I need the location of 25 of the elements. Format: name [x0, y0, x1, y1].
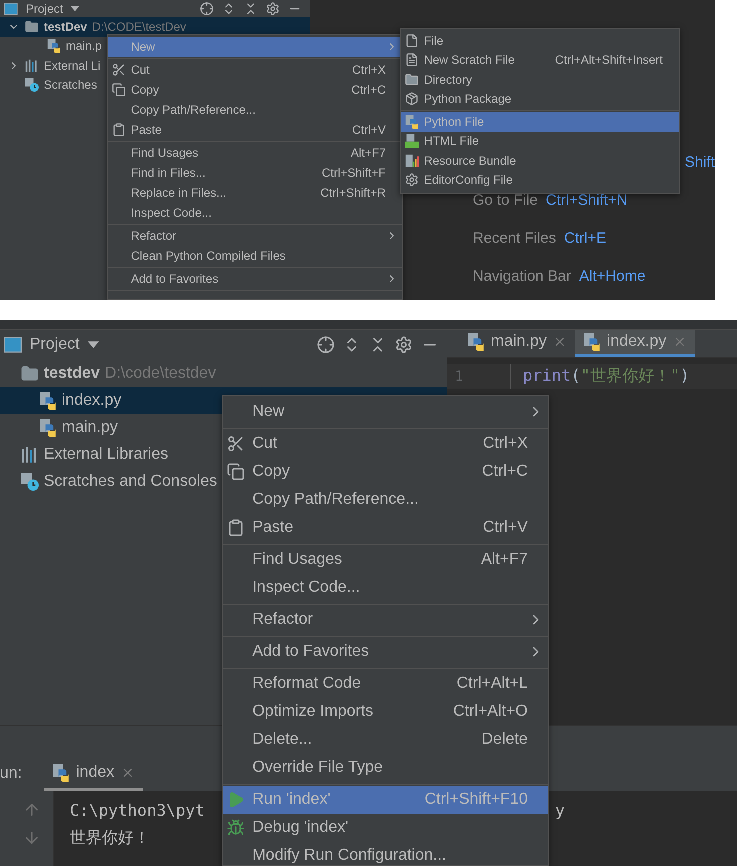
tree-label: Scratches and Consoles — [44, 472, 218, 490]
tree-label: Scratches — [44, 78, 98, 92]
hint-label: Recent Files — [473, 230, 556, 246]
folder-path: D:\CODE\testDev — [92, 20, 186, 34]
hint-shortcut: Alt+Home — [579, 268, 646, 284]
console-output: 世界你好！ — [70, 828, 150, 848]
hint-label: Navigation Bar — [473, 268, 572, 284]
run-label: un: — [0, 764, 22, 784]
code-line: print("世界你好！") — [522, 366, 690, 387]
project-title: Project — [26, 2, 64, 16]
folder-name: testdev — [44, 364, 100, 382]
folder-name: testDev — [44, 20, 88, 34]
console-output: y — [555, 800, 565, 820]
hint-shortcut: Ctrl+E — [564, 230, 606, 246]
console-output: C:\python3\pyt — [70, 800, 205, 820]
tree-label: External Li — [44, 58, 101, 73]
project-title: Project — [30, 336, 80, 354]
tree-label: index.py — [62, 392, 122, 410]
tree-label: main.py — [62, 418, 118, 436]
tree-label: main.p — [66, 39, 102, 54]
hint-label: Go to File — [473, 192, 538, 208]
folder-path: D:\code\testdev — [105, 364, 216, 382]
tree-label: External Libraries — [44, 446, 168, 464]
hint-shortcut: Ctrl+Shift+N — [546, 192, 628, 208]
hint-shortcut: Shift — [684, 154, 715, 170]
